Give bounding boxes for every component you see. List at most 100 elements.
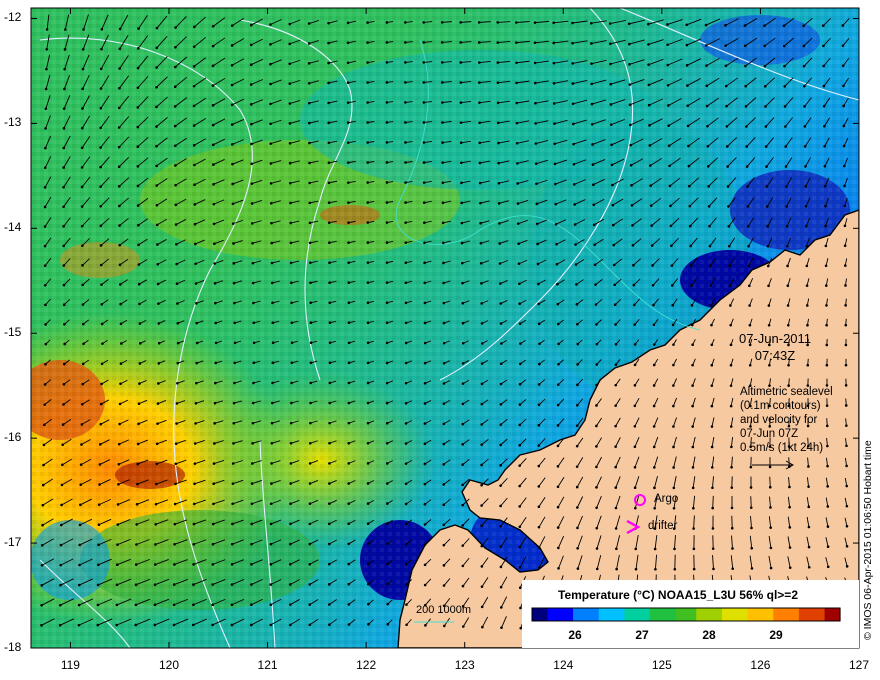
velocity-arrow-head	[212, 202, 216, 206]
velocity-arrow-head	[478, 141, 482, 145]
colorbar-cell	[727, 608, 733, 621]
velocity-arrow-head	[308, 623, 312, 627]
velocity-arrow-head	[404, 81, 407, 84]
velocity-arrow-head	[62, 244, 65, 248]
velocity-arrow-head	[271, 361, 275, 365]
colorbar-cell	[804, 608, 810, 621]
velocity-arrow-head	[97, 563, 100, 567]
velocity-arrow-head	[250, 522, 254, 526]
velocity-arrow-head	[404, 281, 408, 285]
velocity-arrow-head	[442, 321, 446, 325]
velocity-arrow-head	[724, 64, 728, 68]
velocity-arrow-head	[328, 301, 332, 305]
velocity-arrow-head	[461, 584, 465, 588]
velocity-arrow-head	[155, 482, 158, 486]
velocity-arrow-head	[328, 281, 331, 285]
velocity-arrow-head	[630, 184, 633, 187]
velocity-arrow-head	[195, 361, 199, 365]
velocity-arrow-head	[442, 564, 446, 567]
velocity-arrow-head	[805, 224, 808, 228]
velocity-arrow-head	[443, 624, 446, 628]
velocity-arrow-head	[533, 81, 537, 85]
velocity-arrow-head	[515, 41, 518, 44]
velocity-arrow-head	[613, 283, 616, 287]
velocity-arrow-head	[609, 62, 612, 66]
velocity-arrow-head	[231, 462, 235, 465]
velocity-arrow-head	[155, 26, 159, 30]
velocity-arrow-head	[461, 564, 465, 568]
velocity-arrow-head	[632, 263, 635, 267]
velocity-arrow-head	[478, 121, 481, 125]
velocity-arrow-head	[647, 43, 650, 46]
velocity-arrow-head	[825, 363, 829, 367]
velocity-arrow-head	[213, 442, 216, 445]
velocity-arrow-head	[672, 445, 675, 449]
velocity-arrow-head	[745, 165, 749, 168]
velocity-arrow-head	[347, 562, 351, 566]
velocity-arrow-head	[499, 504, 502, 508]
colorbar-cell	[675, 608, 682, 621]
colorbar-title: Temperature (°C) NOAA15_L3U 56% ql>=2	[558, 588, 798, 602]
velocity-arrow-head	[176, 302, 179, 305]
velocity-arrow-head	[649, 184, 653, 187]
velocity-arrow-head	[269, 603, 273, 607]
velocity-arrow-head	[211, 623, 214, 627]
velocity-arrow-head	[691, 425, 695, 428]
velocity-arrow-head	[730, 465, 733, 469]
velocity-arrow-head	[557, 342, 560, 346]
velocity-arrow-head	[308, 603, 312, 606]
velocity-arrow-head	[366, 181, 370, 184]
velocity-arrow-head	[573, 223, 577, 226]
velocity-arrow-head	[686, 84, 689, 87]
velocity-arrow-head	[99, 443, 102, 446]
velocity-arrow-head	[628, 103, 632, 107]
velocity-arrow-head	[98, 463, 102, 466]
velocity-arrow-head	[633, 363, 637, 367]
velocity-arrow-head	[308, 462, 312, 465]
velocity-arrow-head	[595, 465, 598, 469]
velocity-arrow-head	[690, 304, 694, 307]
velocity-arrow-head	[385, 421, 389, 425]
velocity-arrow-head	[537, 423, 541, 427]
velocity-arrow-head	[271, 301, 274, 305]
velocity-arrow-head	[571, 102, 575, 106]
velocity-arrow-head	[731, 547, 734, 550]
velocity-arrow-head	[137, 27, 140, 30]
velocity-arrow-head	[327, 562, 331, 566]
velocity-arrow-head	[176, 382, 179, 385]
velocity-arrow-head	[289, 261, 293, 265]
velocity-arrow-head	[269, 162, 273, 165]
velocity-arrow-head	[195, 341, 199, 345]
velocity-arrow-head	[347, 281, 351, 284]
velocity-arrow-head	[172, 583, 176, 586]
velocity-arrow-head	[117, 126, 121, 129]
velocity-arrow-head	[212, 222, 216, 226]
velocity-arrow-head	[288, 82, 292, 85]
velocity-arrow-head	[537, 566, 541, 570]
velocity-arrow-head	[404, 241, 408, 244]
velocity-arrow-head	[63, 48, 67, 51]
velocity-arrow-head	[250, 563, 253, 566]
velocity-arrow-head	[748, 323, 752, 327]
velocity-arrow-head	[62, 107, 66, 110]
velocity-arrow-head	[691, 363, 694, 367]
velocity-arrow-head	[725, 145, 729, 148]
velocity-arrow-head	[422, 21, 426, 24]
colorbar-cell	[562, 608, 569, 621]
velocity-arrow-head	[704, 23, 708, 27]
velocity-arrow-head	[629, 163, 633, 167]
velocity-arrow-head	[347, 462, 351, 465]
velocity-arrow-head	[174, 482, 177, 486]
velocity-arrow-head	[805, 304, 809, 307]
velocity-arrow-head	[730, 486, 734, 489]
velocity-arrow-head	[99, 422, 103, 426]
velocity-arrow-head	[269, 502, 273, 506]
velocity-arrow-head	[195, 321, 199, 325]
velocity-arrow-head	[309, 301, 312, 305]
lon-tick-label: 125	[651, 658, 672, 672]
velocity-arrow-head	[117, 185, 121, 188]
velocity-arrow-head	[59, 583, 62, 587]
velocity-arrow-head	[194, 282, 198, 285]
velocity-arrow-head	[155, 203, 159, 207]
colorbar-cell	[639, 608, 646, 621]
